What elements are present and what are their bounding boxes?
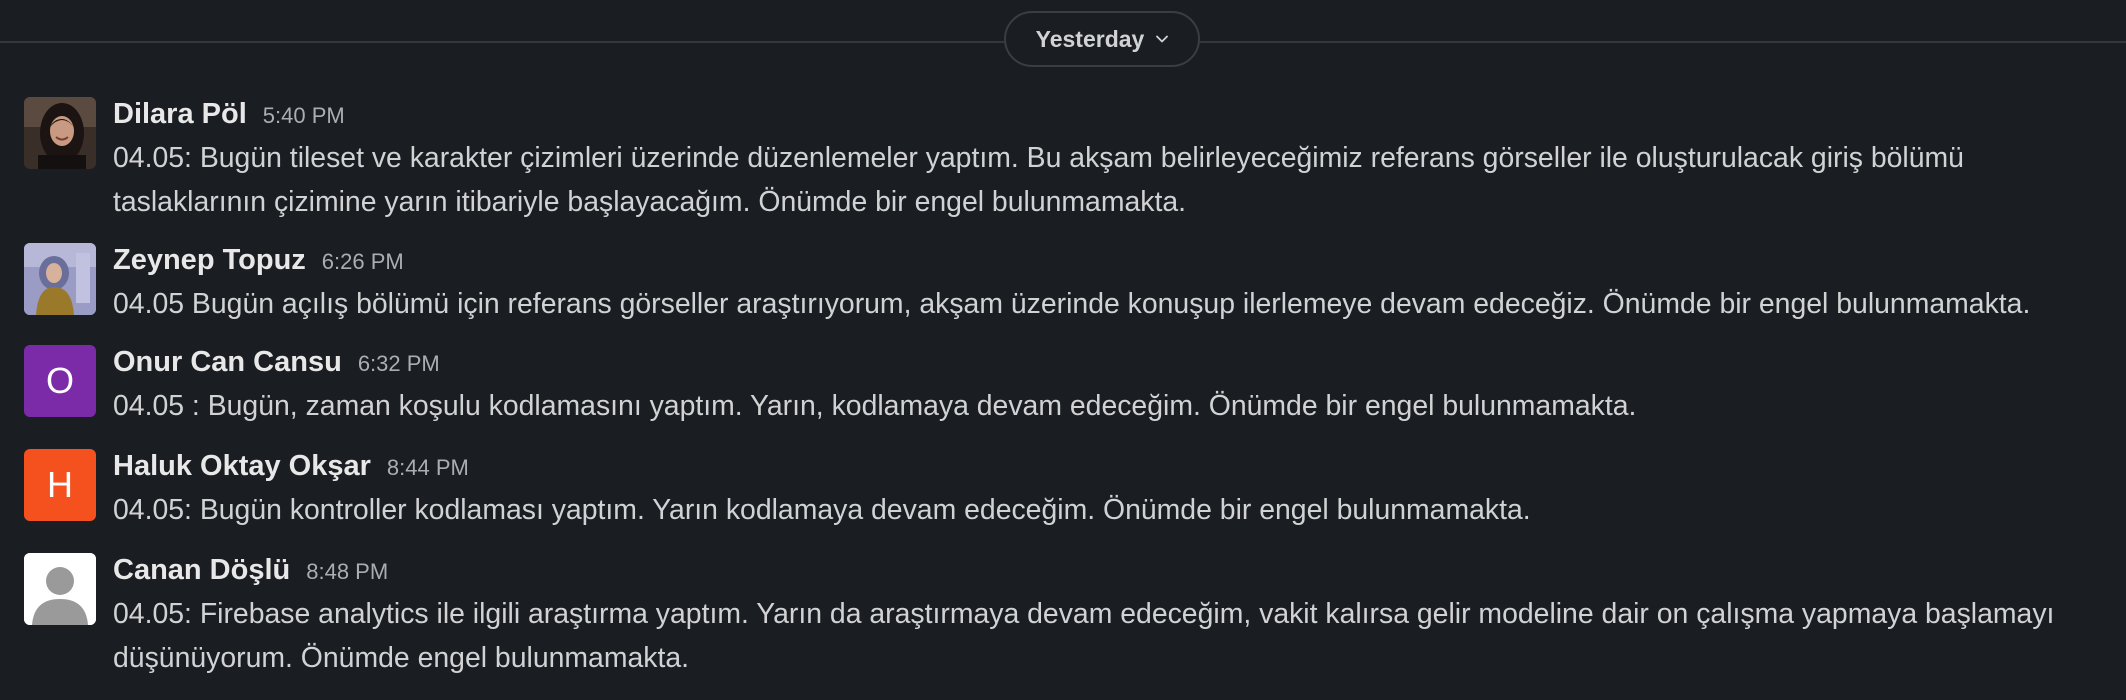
message-text: 04.05: Firebase analytics ile ilgili ara… xyxy=(113,598,2055,674)
avatar-initial: O xyxy=(45,360,74,401)
message-text: 04.05 Bugün açılış bölümü için referans … xyxy=(113,288,2031,320)
message-timestamp[interactable]: 6:32 PM xyxy=(358,342,440,386)
default-user-icon xyxy=(24,553,96,625)
message-item: Canan Döşlü 8:48 PM 04.05: Firebase anal… xyxy=(0,548,2126,680)
sender-name[interactable]: Haluk Oktay Okşar xyxy=(113,444,371,488)
date-divider-label: Yesterday xyxy=(1035,25,1145,52)
message-header: Dilara Pöl 5:40 PM xyxy=(113,92,2106,136)
message-item: Dilara Pöl 5:40 PM 04.05: Bugün tileset … xyxy=(0,92,2126,224)
avatar[interactable]: O xyxy=(24,345,96,417)
message-item: Zeynep Topuz 6:26 PM 04.05 Bugün açılış … xyxy=(0,238,2126,326)
message-text: 04.05: Bugün kontroller kodlaması yaptım… xyxy=(113,494,1531,526)
avatar[interactable] xyxy=(24,553,96,625)
sender-name[interactable]: Canan Döşlü xyxy=(113,548,290,592)
avatar-initial: H xyxy=(47,464,73,505)
sender-name[interactable]: Dilara Pöl xyxy=(113,92,247,136)
message-header: Canan Döşlü 8:48 PM xyxy=(113,548,2106,592)
avatar[interactable]: H xyxy=(24,449,96,521)
message-timestamp[interactable]: 5:40 PM xyxy=(263,94,345,138)
message-header: Zeynep Topuz 6:26 PM xyxy=(113,238,2106,282)
message-list: Dilara Pöl 5:40 PM 04.05: Bugün tileset … xyxy=(0,92,2126,680)
message-timestamp[interactable]: 6:26 PM xyxy=(322,240,404,284)
message-item: O Onur Can Cansu 6:32 PM 04.05 : Bugün, … xyxy=(0,340,2126,428)
message-item: H Haluk Oktay Okşar 8:44 PM 04.05: Bugün… xyxy=(0,444,2126,532)
date-divider-button[interactable]: Yesterday xyxy=(1004,11,1200,67)
message-text: 04.05 : Bugün, zaman koşulu kodlamasını … xyxy=(113,390,1637,422)
sender-name[interactable]: Zeynep Topuz xyxy=(113,238,306,282)
message-header: Haluk Oktay Okşar 8:44 PM xyxy=(113,444,2106,488)
user-photo-icon xyxy=(24,97,96,169)
chevron-down-icon xyxy=(1156,35,1169,43)
user-photo-icon xyxy=(24,243,96,315)
avatar[interactable] xyxy=(24,243,96,315)
message-timestamp[interactable]: 8:48 PM xyxy=(306,550,388,594)
message-header: Onur Can Cansu 6:32 PM xyxy=(113,340,2106,384)
sender-name[interactable]: Onur Can Cansu xyxy=(113,340,342,384)
message-text: 04.05: Bugün tileset ve karakter çizimle… xyxy=(113,142,1964,218)
message-timestamp[interactable]: 8:44 PM xyxy=(387,446,469,490)
avatar[interactable] xyxy=(24,97,96,169)
